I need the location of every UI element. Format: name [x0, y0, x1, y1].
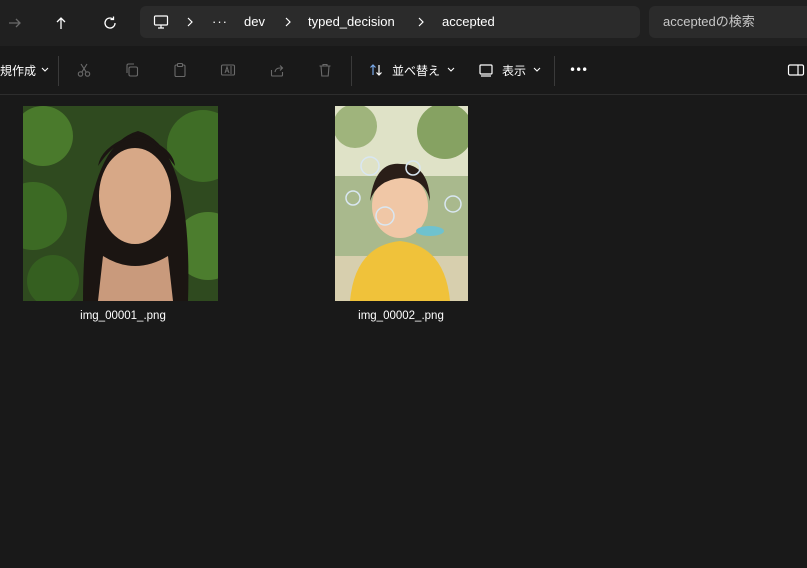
chevron-down-icon [41, 67, 49, 72]
paste-button[interactable] [172, 46, 188, 94]
command-bar: 規作成 並べ替え 表示 ••• [0, 46, 807, 95]
chevron-right-icon[interactable] [284, 6, 292, 38]
forward-button[interactable] [0, 8, 30, 38]
trash-icon [319, 63, 331, 77]
rename-button[interactable] [220, 46, 236, 94]
chevron-down-icon [533, 67, 541, 72]
scissors-icon [77, 63, 91, 77]
portrait-image [23, 106, 218, 301]
sort-button-label: 並べ替え [392, 63, 441, 78]
share-button[interactable] [269, 46, 285, 94]
chevron-down-icon [447, 67, 455, 72]
divider [351, 56, 352, 86]
file-thumbnail[interactable] [335, 106, 468, 301]
cut-button[interactable] [76, 46, 92, 94]
copy-button[interactable] [124, 46, 140, 94]
divider [58, 56, 59, 86]
chevron-right-icon[interactable] [417, 6, 425, 38]
more-icon: ••• [569, 63, 588, 77]
details-pane-icon [787, 64, 805, 76]
breadcrumb-item-dev[interactable]: dev [244, 6, 265, 38]
file-name[interactable]: img_00001_.png [23, 310, 223, 322]
address-bar: ··· dev typed_decision accepted accepted… [0, 0, 807, 46]
breadcrumb[interactable]: ··· dev typed_decision accepted [140, 6, 640, 38]
view-icon [479, 64, 493, 77]
details-pane-button[interactable] [787, 46, 805, 94]
more-options-button[interactable]: ••• [569, 46, 588, 94]
breadcrumb-item-accepted[interactable]: accepted [442, 6, 495, 38]
breadcrumb-overflow[interactable]: ··· [212, 6, 228, 38]
breadcrumb-item-typed-decision[interactable]: typed_decision [308, 6, 395, 38]
computer-icon[interactable] [153, 6, 169, 38]
rename-icon [220, 64, 236, 76]
refresh-button[interactable] [95, 8, 125, 38]
child-bubbles-image [335, 106, 468, 301]
view-button-label: 表示 [502, 63, 527, 78]
divider [554, 56, 555, 86]
clipboard-icon [174, 62, 186, 78]
new-button[interactable]: 規作成 [0, 46, 50, 94]
file-thumbnail[interactable] [23, 106, 218, 301]
share-icon [270, 65, 284, 77]
copy-icon [126, 63, 139, 77]
sort-icon [370, 64, 382, 76]
search-input[interactable]: acceptedの検索 [663, 6, 755, 38]
new-button-label: 規作成 [0, 63, 37, 78]
chevron-right-icon[interactable] [186, 6, 194, 38]
arrow-right-icon [9, 18, 21, 28]
arrow-up-icon [56, 17, 66, 29]
sort-button[interactable]: 並べ替え [368, 46, 456, 94]
file-name[interactable]: img_00002_.png [301, 310, 501, 322]
view-button[interactable]: 表示 [478, 46, 542, 94]
refresh-icon [104, 16, 116, 29]
delete-button[interactable] [317, 46, 333, 94]
up-button[interactable] [46, 8, 76, 38]
search-box[interactable]: acceptedの検索 [649, 6, 807, 38]
